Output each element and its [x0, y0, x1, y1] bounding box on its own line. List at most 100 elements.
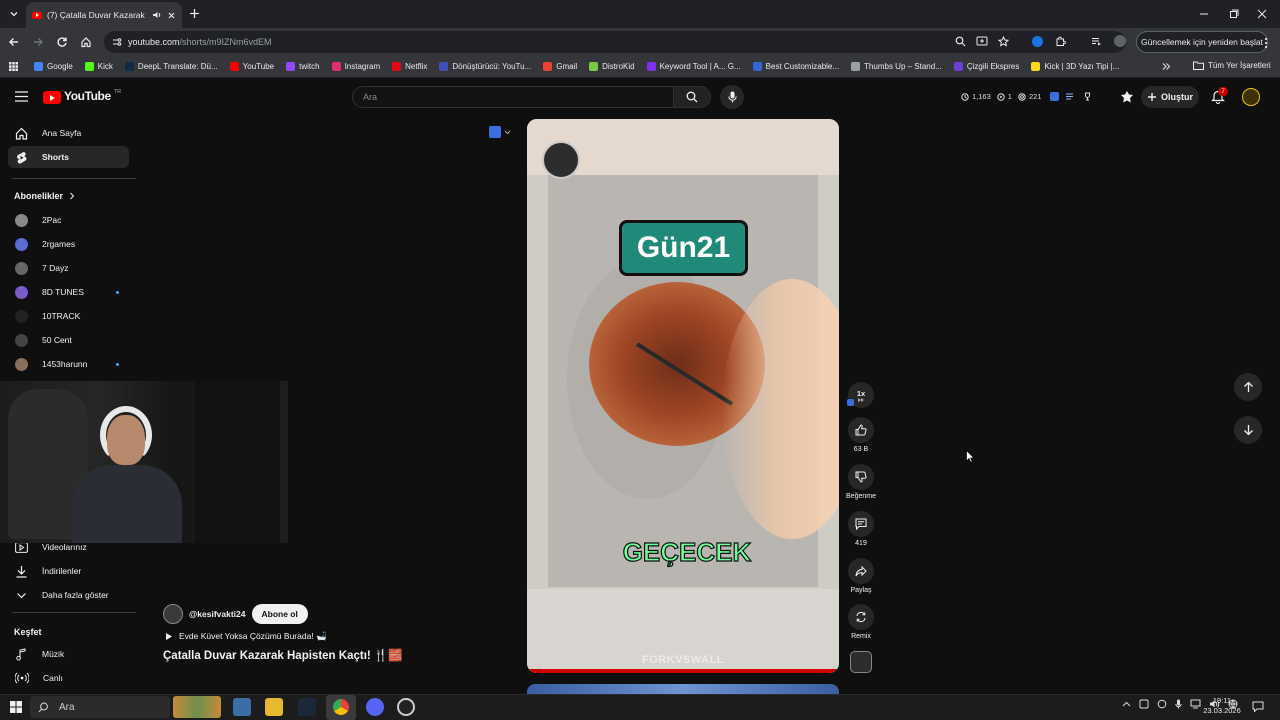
plus-icon: [1147, 92, 1157, 102]
sidebar-item-live[interactable]: Canlı: [8, 667, 129, 689]
obs-icon[interactable]: [397, 698, 415, 716]
file-explorer-icon[interactable]: [265, 698, 283, 716]
channel-handle[interactable]: @kesifvakti24: [189, 609, 246, 619]
previous-short-button[interactable]: [1234, 373, 1262, 401]
taskbar-search[interactable]: Ara: [30, 696, 221, 718]
extension-shield-icon[interactable]: [1032, 36, 1043, 47]
tray-app-icon[interactable]: [1157, 699, 1167, 709]
profile-avatar-icon[interactable]: [1114, 35, 1126, 47]
playlist-link[interactable]: Evde Küvet Yoksa Çözümü Burada! 🛁: [165, 631, 327, 642]
extensions-puzzle-icon[interactable]: [1055, 36, 1066, 47]
back-arrow-icon[interactable]: [8, 36, 20, 48]
bookmark-item[interactable]: Google: [34, 62, 73, 71]
next-short-button[interactable]: [1234, 416, 1262, 444]
notifications-button[interactable]: 7: [1211, 87, 1228, 104]
tab-search-chevron-icon[interactable]: [9, 9, 19, 19]
window-minimize-icon[interactable]: [1199, 9, 1209, 19]
comments-button[interactable]: 419: [845, 511, 877, 547]
bookmark-item[interactable]: Netflix: [392, 62, 427, 71]
forward-arrow-icon[interactable]: [32, 36, 44, 48]
create-button[interactable]: Oluştur: [1141, 86, 1199, 108]
tray-chevron-up-icon[interactable]: [1122, 701, 1131, 707]
extension-list-icon[interactable]: [1065, 92, 1074, 101]
address-bar[interactable]: youtube.com/shorts/m9IZNm6vdEM: [104, 31, 1126, 53]
bookmark-item[interactable]: Kick | 3D Yazı Tipi |...: [1031, 62, 1119, 71]
extension-badge[interactable]: [489, 124, 517, 140]
remix-button[interactable]: Remix: [845, 604, 877, 640]
voice-search-button[interactable]: [720, 85, 744, 109]
sound-source-thumbnail[interactable]: [850, 651, 872, 673]
update-restart-button[interactable]: Güncellemek için yeniden başlat: [1136, 31, 1268, 53]
home-icon[interactable]: [80, 36, 92, 48]
clock-date: 23.03.2026: [1203, 706, 1241, 715]
extension-trophy-icon[interactable]: [1083, 92, 1092, 101]
subscription-item[interactable]: 8D TUNES: [8, 281, 129, 303]
reload-icon[interactable]: [56, 36, 68, 48]
subscribe-button[interactable]: Abone ol: [251, 604, 308, 624]
site-info-icon[interactable]: [112, 37, 122, 47]
subscription-item[interactable]: 1453harunn: [8, 353, 129, 375]
search-input[interactable]: Ara: [352, 86, 674, 108]
tab-title: (7) Çatalla Duvar Kazarak Hapisten Kaçtı…: [47, 10, 147, 20]
sidebar-item-music[interactable]: Müzik: [8, 643, 129, 665]
cast-icon[interactable]: [976, 36, 988, 47]
steam-icon[interactable]: [298, 698, 316, 716]
apps-grid-icon[interactable]: [9, 62, 18, 71]
all-bookmarks-folder[interactable]: Tüm Yer İşaretleri: [1193, 61, 1271, 70]
tray-app-icon[interactable]: [1139, 699, 1149, 709]
playback-speed-button[interactable]: 1x: [845, 382, 877, 408]
subscription-item[interactable]: 2Pac: [8, 209, 129, 231]
next-short-preview[interactable]: [527, 684, 839, 694]
sidebar-item-home[interactable]: Ana Sayfa: [8, 122, 129, 144]
bookmark-item[interactable]: DistroKid: [589, 62, 635, 71]
bookmark-item[interactable]: DeepL Translate: Dü...: [124, 62, 218, 71]
subscription-item[interactable]: 2rgames: [8, 233, 129, 255]
shorts-creation-icon[interactable]: [1120, 90, 1134, 104]
tab-audio-icon[interactable]: [152, 10, 162, 20]
sidebar-item-shorts[interactable]: Shorts: [8, 146, 129, 168]
channel-avatar[interactable]: [163, 604, 183, 624]
browser-menu-kebab-icon[interactable]: [1264, 37, 1268, 49]
dislike-button[interactable]: Beğenme: [845, 464, 877, 500]
media-queue-icon[interactable]: [1091, 36, 1102, 47]
window-close-icon[interactable]: [1257, 9, 1267, 19]
extension-a-icon[interactable]: [1050, 92, 1060, 101]
tab-close-icon[interactable]: [167, 11, 176, 20]
bookmark-item[interactable]: YouTube: [229, 62, 274, 71]
search-button[interactable]: [673, 86, 711, 108]
windows-start-icon[interactable]: [10, 701, 22, 713]
sidebar-item-downloads[interactable]: İndirilenler: [8, 560, 129, 582]
notification-center-icon[interactable]: [1252, 701, 1264, 712]
microphone-tray-icon[interactable]: [1175, 699, 1182, 709]
subscription-item[interactable]: 10TRACK: [8, 305, 129, 327]
bookmark-item[interactable]: Thumbs Up – Stand...: [851, 62, 942, 71]
bookmark-item[interactable]: Instagram: [331, 62, 380, 71]
like-button[interactable]: 63 B: [845, 417, 877, 453]
bookmark-item[interactable]: Best Customizable...: [752, 62, 839, 71]
sidebar-item-show-more[interactable]: Daha fazla göster: [8, 584, 129, 606]
bookmark-item[interactable]: twitch: [286, 62, 320, 71]
subscription-item[interactable]: 7 Dayz: [8, 257, 129, 279]
browser-tab-active[interactable]: (7) Çatalla Duvar Kazarak Hapisten Kaçtı…: [26, 2, 182, 28]
subscriptions-header[interactable]: Abonelikler: [14, 191, 75, 201]
zoom-search-icon[interactable]: [955, 36, 966, 47]
chrome-icon[interactable]: [333, 699, 349, 715]
share-button[interactable]: Paylaş: [845, 558, 877, 594]
taskbar-clock[interactable]: 19:11 23.03.2026: [1198, 696, 1246, 716]
short-video-player[interactable]: Gün21 GEÇECEK FORKVSWALL: [527, 119, 839, 673]
new-tab-plus-icon[interactable]: [188, 7, 201, 20]
bookmark-star-icon[interactable]: [998, 36, 1009, 47]
youtube-logo[interactable]: YouTube TR: [43, 89, 121, 104]
discord-icon[interactable]: [366, 698, 384, 716]
taskbar-app-icon[interactable]: [233, 698, 251, 716]
bookmarks-overflow-icon[interactable]: [1162, 62, 1171, 71]
bookmark-item[interactable]: Kick: [84, 62, 113, 71]
bookmark-item[interactable]: Dönüştürücü: YouTu...: [439, 62, 531, 71]
account-avatar[interactable]: [1242, 88, 1260, 106]
bookmark-item[interactable]: Keyword Tool | A... G...: [646, 62, 741, 71]
subscription-item[interactable]: 50 Cent: [8, 329, 129, 351]
window-restore-icon[interactable]: [1229, 9, 1239, 19]
bookmark-item[interactable]: Gmail: [543, 62, 577, 71]
guide-menu-icon[interactable]: [15, 91, 28, 102]
bookmark-item[interactable]: Çizgili Ekspres: [953, 62, 1019, 71]
